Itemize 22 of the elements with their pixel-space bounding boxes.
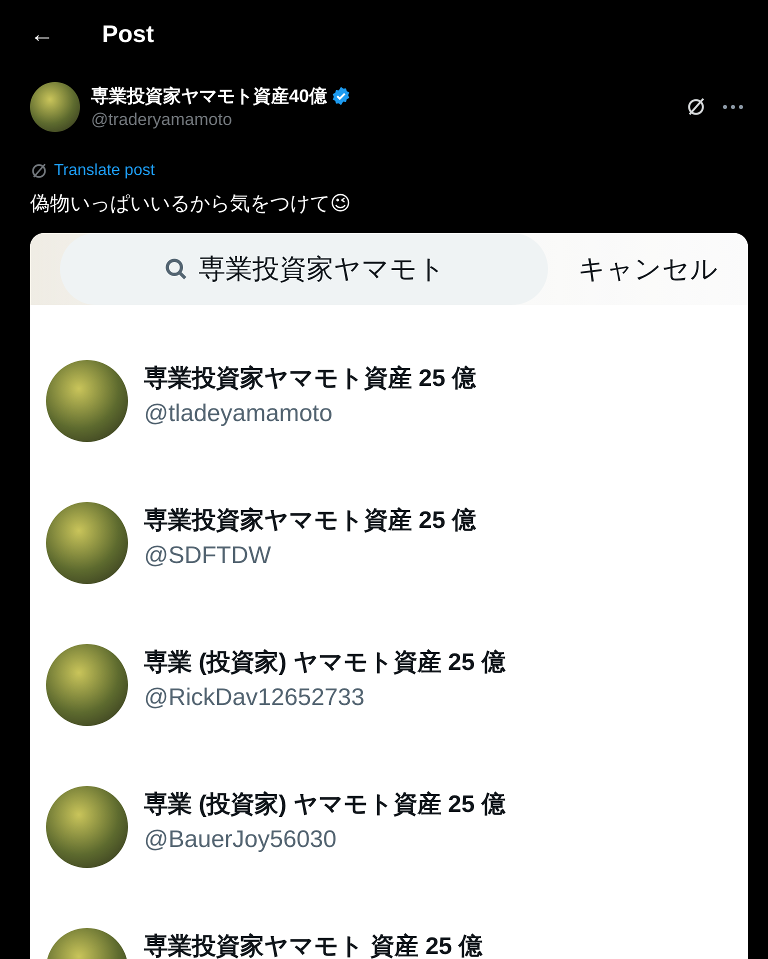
- translate-icon: [30, 162, 48, 180]
- avatar-image[interactable]: [30, 82, 80, 132]
- account-handle: @tladeyamamoto: [144, 400, 334, 428]
- search-icon: [162, 256, 188, 282]
- account-name[interactable]: 専業 (投資家) ヤマモト資産 25 億: [144, 788, 506, 820]
- account-name[interactable]: 専業 (投資家) ヤマモト資産 25 億: [144, 646, 506, 678]
- author-handle: @traderyamamoto: [91, 110, 234, 130]
- account-name[interactable]: 専業投資家ヤマモト資産 25 億: [144, 362, 476, 394]
- search-field[interactable]: 専業投資家ヤマモト: [60, 233, 548, 305]
- author-name[interactable]: 専業投資家ヤマモト資産40億: [91, 84, 328, 108]
- cancel-button[interactable]: キャンセル: [578, 251, 718, 287]
- account-handle: @BauerJoy56030: [144, 826, 338, 854]
- account-handle: @SDFTDW: [144, 542, 272, 570]
- translate-link[interactable]: Translate post: [54, 162, 155, 180]
- search-value: 専業投資家ヤマモト: [198, 253, 446, 286]
- account-name[interactable]: 専業投資家ヤマモト資産 25 億: [144, 504, 476, 536]
- account-name[interactable]: 専業投資家ヤマモト 資産 25 億: [144, 930, 483, 959]
- post-text: 偽物いっぱいいるから気をつけて😉: [29, 192, 352, 217]
- back-button[interactable]: ←: [30, 23, 54, 47]
- account-handle: @RickDav12652733: [144, 684, 366, 712]
- more-icon[interactable]: [720, 102, 746, 112]
- page-title: Post: [102, 21, 154, 49]
